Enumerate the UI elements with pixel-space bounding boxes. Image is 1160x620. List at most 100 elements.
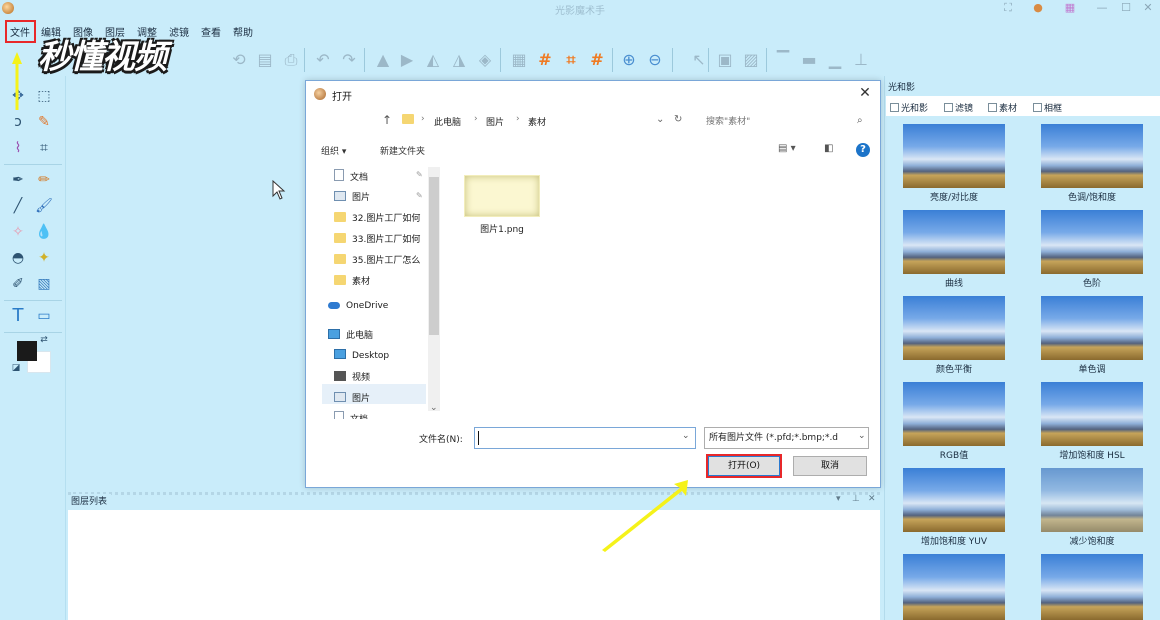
skin-icon[interactable]: ▦ (1062, 1, 1078, 15)
nav-item-desktop[interactable]: Desktop (334, 349, 389, 367)
pin-icon[interactable]: ✎ (416, 191, 423, 200)
effect-thumb-monotone[interactable] (1041, 296, 1143, 360)
effect-thumb-saturate-yuv[interactable] (903, 468, 1005, 532)
nav-item-folder-35[interactable]: 35.图片工厂怎么 (334, 253, 420, 271)
file-thumbnail[interactable] (464, 175, 540, 217)
scroll-down-icon[interactable]: ⌄ (430, 403, 438, 413)
effect-thumb-brightness-contrast[interactable] (903, 124, 1005, 188)
text-tool-icon[interactable]: T (8, 306, 28, 326)
nav-item-onedrive[interactable]: OneDrive (328, 301, 388, 319)
tab-materials[interactable]: 素材 (988, 101, 1017, 114)
rotate-right-icon[interactable]: ◮ (450, 51, 468, 69)
filename-dropdown-icon[interactable]: ⌄ (682, 431, 690, 441)
refresh-icon[interactable]: ↻ (674, 114, 682, 125)
search-input[interactable] (702, 112, 870, 131)
file-name[interactable]: 图片1.png (452, 222, 552, 235)
magic-wand-tool-icon[interactable]: ✎ (34, 112, 54, 132)
breadcrumb-pictures[interactable]: 图片 (486, 115, 504, 128)
save-icon[interactable]: ⟲ (230, 51, 248, 69)
polygon-select-tool-icon[interactable]: ⌇ (8, 138, 28, 158)
filename-input[interactable] (474, 427, 696, 449)
view-options-icon[interactable]: ▤ ▾ (778, 143, 796, 154)
blur-tool-icon[interactable]: 💧 (34, 222, 54, 242)
nav-item-pictures-pc[interactable]: 图片 (334, 391, 370, 409)
panel-dropdown-icon[interactable]: ▾ (836, 494, 841, 504)
select-pointer-icon[interactable]: ↖ (690, 51, 708, 69)
breadcrumb-this-pc[interactable]: 此电脑 (434, 115, 461, 128)
align-top-icon[interactable]: ▔ (774, 51, 792, 69)
line-tool-icon[interactable]: ╱ (8, 196, 28, 216)
nav-item-documents-pc[interactable]: 文档 (334, 411, 368, 419)
rectangle-tool-icon[interactable]: ▭ (34, 306, 54, 326)
actual-size-icon[interactable]: ▨ (742, 51, 760, 69)
fit-window-icon[interactable]: ▣ (716, 51, 734, 69)
spray-tool-icon[interactable]: ✦ (34, 248, 54, 268)
effect-thumb[interactable] (903, 554, 1005, 620)
nav-item-documents[interactable]: 文档 (334, 169, 368, 187)
print-icon[interactable]: ⎙ (282, 51, 300, 69)
clone-tool-icon[interactable]: ✐ (8, 274, 28, 294)
minimize-icon[interactable]: — (1094, 1, 1110, 15)
organize-button[interactable]: 组织 ▾ (321, 144, 346, 157)
panel-pin-icon[interactable]: ⊥ (852, 494, 860, 504)
effect-thumb[interactable] (1041, 554, 1143, 620)
redo-icon[interactable]: ↷ (340, 51, 358, 69)
nav-item-this-pc[interactable]: 此电脑 (328, 328, 373, 346)
nav-item-folder-32[interactable]: 32.图片工厂如何 (334, 211, 420, 229)
save-as-icon[interactable]: ▤ (256, 51, 274, 69)
nav-item-pictures[interactable]: 图片 (334, 190, 370, 208)
align-middle-icon[interactable]: ▬ (800, 51, 818, 69)
effect-thumb-desaturate[interactable] (1041, 468, 1143, 532)
lasso-tool-icon[interactable]: ↄ (8, 112, 28, 132)
flip-horizontal-icon[interactable]: ▶ (398, 51, 416, 69)
preview-pane-icon[interactable]: ◧ (824, 143, 833, 154)
open-button[interactable]: 打开(O) (708, 456, 780, 476)
close-icon[interactable]: ✕ (1140, 1, 1156, 15)
user-icon[interactable]: ● (1030, 1, 1046, 15)
effect-thumb-curves[interactable] (903, 210, 1005, 274)
cancel-button[interactable]: 取消 (793, 456, 867, 476)
crop-grid-icon[interactable]: # (536, 51, 554, 69)
swap-colors-icon[interactable]: ⇄ (38, 334, 50, 346)
dialog-close-icon[interactable]: ✕ (856, 84, 874, 102)
breadcrumb-materials[interactable]: 素材 (528, 115, 546, 128)
nav-item-materials[interactable]: 素材 (334, 274, 370, 292)
effect-thumb-saturate-hsl[interactable] (1041, 382, 1143, 446)
layer-list[interactable] (68, 510, 880, 620)
tab-filters[interactable]: 滤镜 (944, 101, 973, 114)
up-arrow-icon[interactable]: ↑ (382, 113, 392, 127)
undo-icon[interactable]: ↶ (314, 51, 332, 69)
slice-grid-icon[interactable]: # (588, 51, 606, 69)
history-dropdown-icon[interactable]: ⌄ (656, 114, 664, 125)
brush-tool-icon[interactable]: 🖌 (34, 196, 54, 216)
menu-help[interactable]: 帮助 (233, 24, 253, 39)
effect-thumb-levels[interactable] (1041, 210, 1143, 274)
eyedropper-tool-icon[interactable]: ✒ (8, 170, 28, 190)
eraser-tool-icon[interactable]: ✧ (8, 222, 28, 242)
panel-close-icon[interactable]: ✕ (868, 494, 876, 504)
effect-thumb-hue-saturation[interactable] (1041, 124, 1143, 188)
effect-thumb-color-balance[interactable] (903, 296, 1005, 360)
pin-icon[interactable]: ✎ (416, 170, 423, 179)
foreground-color-swatch[interactable] (17, 341, 37, 361)
fullscreen-icon[interactable]: ⛶ (1000, 1, 1016, 15)
zoom-in-icon[interactable]: ⊕ (620, 51, 638, 69)
pencil-tool-icon[interactable]: ✏ (34, 170, 54, 190)
new-folder-button[interactable]: 新建文件夹 (380, 144, 425, 157)
zoom-out-icon[interactable]: ⊖ (646, 51, 664, 69)
grid-icon[interactable]: ▦ (510, 51, 528, 69)
image-tool-icon[interactable]: ▧ (34, 274, 54, 294)
crop-tool-icon[interactable]: ⌗ (34, 138, 54, 158)
file-type-dropdown-icon[interactable]: ⌄ (858, 431, 866, 441)
file-type-select[interactable]: 所有图片文件 (*.pfd;*.bmp;*.d (704, 427, 869, 449)
search-icon[interactable]: ⌕ (857, 115, 863, 126)
maximize-icon[interactable]: ☐ (1118, 1, 1134, 15)
frame-grid-icon[interactable]: ⌗ (562, 51, 580, 69)
effect-thumb-rgb[interactable] (903, 382, 1005, 446)
reset-colors-icon[interactable]: ◪ (10, 362, 22, 374)
align-bottom-icon[interactable]: ▁ (826, 51, 844, 69)
rect-select-tool-icon[interactable]: ⬚ (34, 86, 54, 106)
nav-item-folder-33[interactable]: 33.图片工厂如何 (334, 232, 420, 250)
distribute-icon[interactable]: ⊥ (852, 51, 870, 69)
help-icon[interactable]: ? (856, 143, 870, 157)
